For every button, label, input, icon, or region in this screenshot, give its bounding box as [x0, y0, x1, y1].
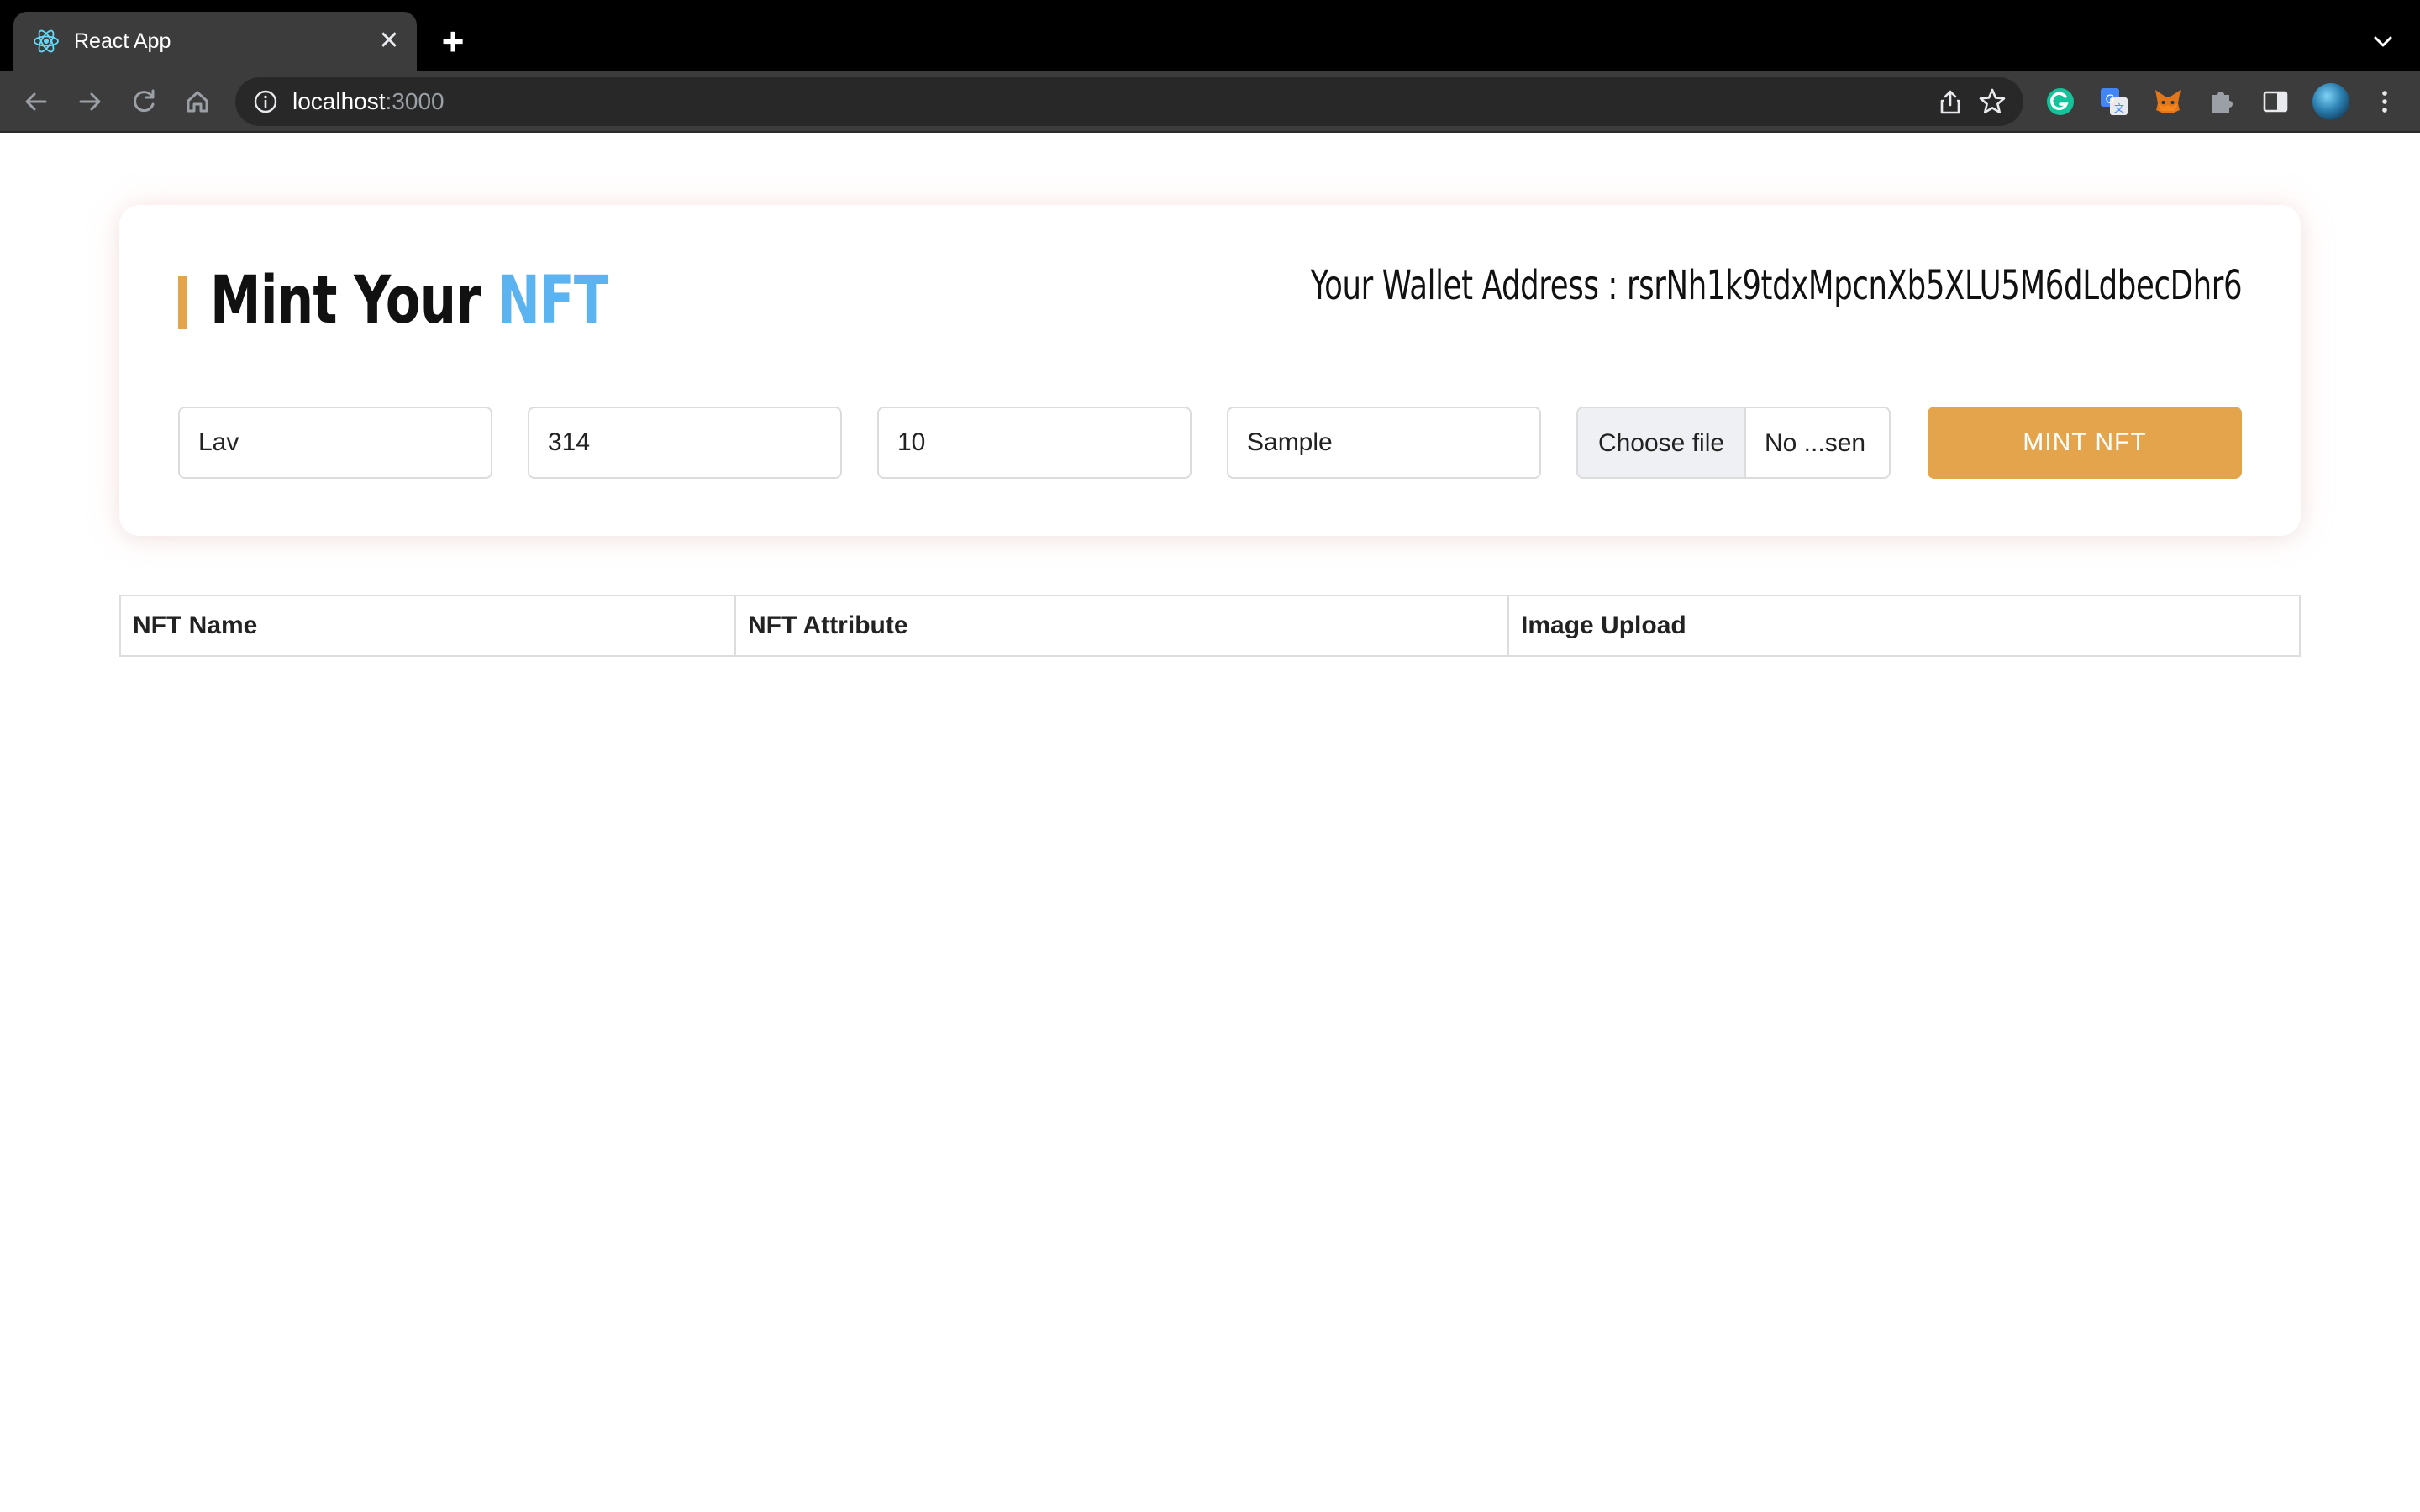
browser-tab-strip: React App ✕ + [0, 0, 2420, 71]
nft-name-input[interactable] [178, 407, 492, 479]
url-host: localhost [292, 88, 386, 114]
home-icon[interactable] [178, 82, 217, 121]
nft-number-input[interactable] [528, 407, 842, 479]
browser-tab[interactable]: React App ✕ [13, 12, 417, 71]
wallet-label: Your Wallet Address : [1310, 262, 1627, 309]
new-tab-icon[interactable]: + [434, 22, 472, 60]
url-port: :3000 [385, 88, 445, 114]
browser-toolbar: localhost:3000 G 文 [0, 71, 2420, 133]
grammarly-extension-icon[interactable] [2044, 85, 2077, 118]
chevron-down-icon[interactable] [2366, 25, 2400, 59]
forward-arrow-icon[interactable] [71, 82, 109, 121]
svg-text:G: G [2106, 93, 2115, 107]
choose-file-button[interactable]: Choose file [1578, 408, 1746, 477]
extensions-puzzle-icon[interactable] [2205, 85, 2238, 118]
table-header-image-upload: Image Upload [1521, 612, 1686, 639]
back-arrow-icon[interactable] [17, 82, 55, 121]
more-options-icon[interactable] [2368, 85, 2402, 118]
image-file-input[interactable]: Choose file No ...sen [1576, 407, 1891, 479]
page-content: Mint Your NFT Your Wallet Address : rsrN… [0, 133, 2420, 1512]
svg-text:文: 文 [2114, 102, 2124, 114]
page-title: Mint Your NFT [210, 260, 608, 341]
table-header-nft-attribute: NFT Attribute [736, 596, 1509, 655]
address-bar[interactable]: localhost:3000 [235, 77, 2023, 126]
wallet-address-display: Your Wallet Address : rsrNh1k9tdxMpcnXb5… [1310, 259, 2242, 312]
tab-title: React App [74, 29, 171, 53]
mint-nft-button[interactable]: MINT NFT [1928, 407, 2242, 479]
share-icon[interactable] [1936, 87, 1965, 116]
side-panel-icon[interactable] [2259, 85, 2292, 118]
site-info-icon[interactable] [252, 88, 279, 115]
title-accent-bar [178, 276, 187, 329]
file-status-text: No ...sen [1765, 429, 1866, 457]
nft-table: NFT Name NFT Attribute Image Upload [119, 595, 2301, 657]
url-text[interactable]: localhost:3000 [292, 89, 445, 114]
reload-icon[interactable] [124, 82, 163, 121]
nft-quantity-input[interactable] [877, 407, 1192, 479]
title-accent-text: NFT [497, 263, 608, 339]
table-header-nft-name: NFT Name [121, 596, 736, 655]
close-tab-icon[interactable]: ✕ [373, 25, 405, 57]
profile-avatar[interactable] [2312, 83, 2349, 120]
translate-extension-icon[interactable]: G 文 [2097, 85, 2131, 118]
bookmark-star-icon[interactable] [1976, 86, 2008, 118]
metamask-fox-icon[interactable] [2151, 85, 2185, 118]
mint-form-card: Mint Your NFT Your Wallet Address : rsrN… [119, 205, 2301, 536]
react-logo-icon [34, 29, 59, 53]
title-main-text: Mint Your [210, 263, 497, 339]
wallet-address: rsrNh1k9tdxMpcnXb5XLU5M6dLdbecDhr6 [1626, 262, 2243, 309]
nft-attribute-input[interactable] [1227, 407, 1541, 479]
